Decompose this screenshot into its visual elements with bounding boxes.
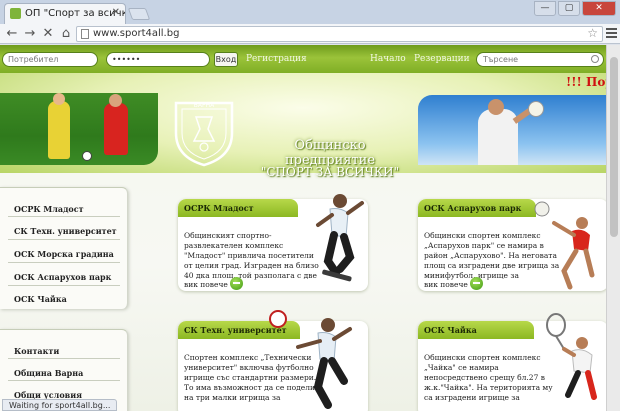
scrollbar-thumb[interactable]	[610, 57, 618, 237]
player-red	[104, 103, 128, 155]
sidebar-venues: ОСРК Младост СК Техн. университет ОСК Мо…	[0, 187, 128, 309]
close-window-button[interactable]: ✕	[582, 1, 616, 16]
card-text-line: развлекателен комплекс	[184, 241, 284, 250]
bookmark-star-icon[interactable]: ☆	[587, 26, 598, 40]
nav-reservations-link[interactable]: Резервации	[414, 54, 470, 64]
card-text-line: Общинският спортно-	[184, 231, 272, 240]
new-tab-button[interactable]	[127, 8, 151, 20]
divider	[8, 380, 120, 381]
tab-strip: ОП "Спорт за всички" ✕ — ▢ ✕	[0, 0, 620, 24]
header-subtitle: "СПОРТ ЗА ВСИЧКИ"	[260, 165, 400, 179]
divider	[8, 239, 120, 240]
status-bar: Waiting for sport4all.bg...	[2, 399, 118, 411]
volleyball-photo	[418, 95, 606, 165]
volleyball-player	[478, 109, 518, 165]
sidebar-item-morska-gradina[interactable]: ОСК Морска градина	[14, 249, 114, 259]
site-favicon-icon	[10, 8, 21, 19]
search-placeholder: Търсене	[483, 55, 519, 64]
search-input[interactable]: Търсене	[476, 52, 604, 67]
card-title[interactable]: ОСК Чайка	[424, 325, 477, 335]
browser-toolbar: ← → ✕ ⌂ www.sport4all.bg ☆	[0, 24, 620, 44]
sidebar-item-varna-municipality[interactable]: Община Варна	[14, 368, 83, 378]
football-icon	[82, 151, 92, 161]
window-controls: — ▢ ✕	[534, 1, 616, 16]
varna-coat-of-arms-icon: ВАРНА	[174, 101, 234, 167]
sidebar-item-mladost[interactable]: ОСРК Младост	[14, 204, 84, 214]
card-text: Общинският спортно- развлекателен компле…	[184, 231, 319, 281]
username-input[interactable]: Потребител	[2, 52, 98, 67]
forward-arrow-icon[interactable]: →	[22, 26, 38, 42]
tab-close-icon[interactable]: ✕	[112, 7, 120, 18]
browser-menu-icon[interactable]	[606, 28, 617, 38]
login-bar: Потребител •••••• Вход Регистрация Начал…	[0, 45, 606, 73]
search-icon[interactable]	[591, 55, 599, 63]
announcement-marquee[interactable]: !!! Пор	[566, 75, 606, 89]
tennis-player-figure	[546, 313, 597, 400]
address-url: www.sport4all.bg	[93, 28, 180, 39]
player-yellow-head	[53, 93, 65, 105]
minimize-button[interactable]: —	[534, 1, 556, 16]
footballer-figure	[269, 310, 352, 409]
username-placeholder: Потребител	[8, 55, 59, 64]
read-more-link[interactable]: вик повече	[424, 280, 468, 289]
maximize-button[interactable]: ▢	[558, 1, 580, 16]
sidebar-item-contacts[interactable]: Контакти	[14, 346, 59, 356]
card-title[interactable]: ОСРК Младост	[184, 203, 254, 213]
register-link[interactable]: Регистрация	[246, 54, 307, 64]
read-more-icon[interactable]	[470, 277, 483, 290]
stop-loading-icon[interactable]: ✕	[40, 26, 56, 42]
divider	[8, 358, 120, 359]
login-button[interactable]: Вход	[214, 52, 238, 67]
password-input[interactable]: ••••••	[106, 52, 210, 67]
card-title[interactable]: ОСК Аспарухов парк	[424, 203, 521, 213]
header-title: Общинско предприятие	[284, 138, 376, 168]
home-icon[interactable]: ⌂	[58, 26, 74, 42]
player-red-head	[109, 94, 122, 107]
skateboarder-figure	[316, 194, 364, 282]
site-header: ВАРНА Общинско предприятие "СПОРТ ЗА ВСИ…	[0, 73, 606, 179]
divider	[8, 262, 120, 263]
divider	[8, 216, 120, 217]
football-kids-photo	[0, 93, 158, 165]
nav-home-link[interactable]: Начало	[370, 54, 406, 64]
sidebar-item-chayka[interactable]: ОСК Чайка	[14, 294, 67, 304]
volleyball-icon	[528, 101, 544, 117]
page-viewport: Потребител •••••• Вход Регистрация Начал…	[0, 45, 606, 411]
password-value: ••••••	[112, 55, 141, 64]
card-text-line: "Младост" привлича посетители	[184, 251, 314, 260]
coat-text: ВАРНА	[194, 102, 215, 109]
browser-tab[interactable]: ОП "Спорт за всички" ✕	[4, 3, 126, 24]
sidebar-item-tech-university[interactable]: СК Техн. университет	[14, 226, 117, 236]
back-arrow-icon[interactable]: ←	[4, 26, 20, 42]
divider	[8, 285, 120, 286]
player-yellow	[48, 101, 70, 159]
sidebar-item-asparuhov-park[interactable]: ОСК Аспарухов парк	[14, 272, 111, 282]
address-bar[interactable]: www.sport4all.bg ☆	[76, 26, 603, 42]
read-more-icon[interactable]	[230, 277, 243, 290]
volleyball-player-head	[488, 99, 504, 115]
volleyball-girl-figure	[534, 201, 595, 290]
read-more-link[interactable]: вик повече	[184, 280, 228, 289]
page-scrollbar[interactable]	[606, 45, 620, 411]
card-text-line: от целия град. Изграден на близо	[184, 261, 319, 270]
page-icon	[81, 29, 89, 39]
